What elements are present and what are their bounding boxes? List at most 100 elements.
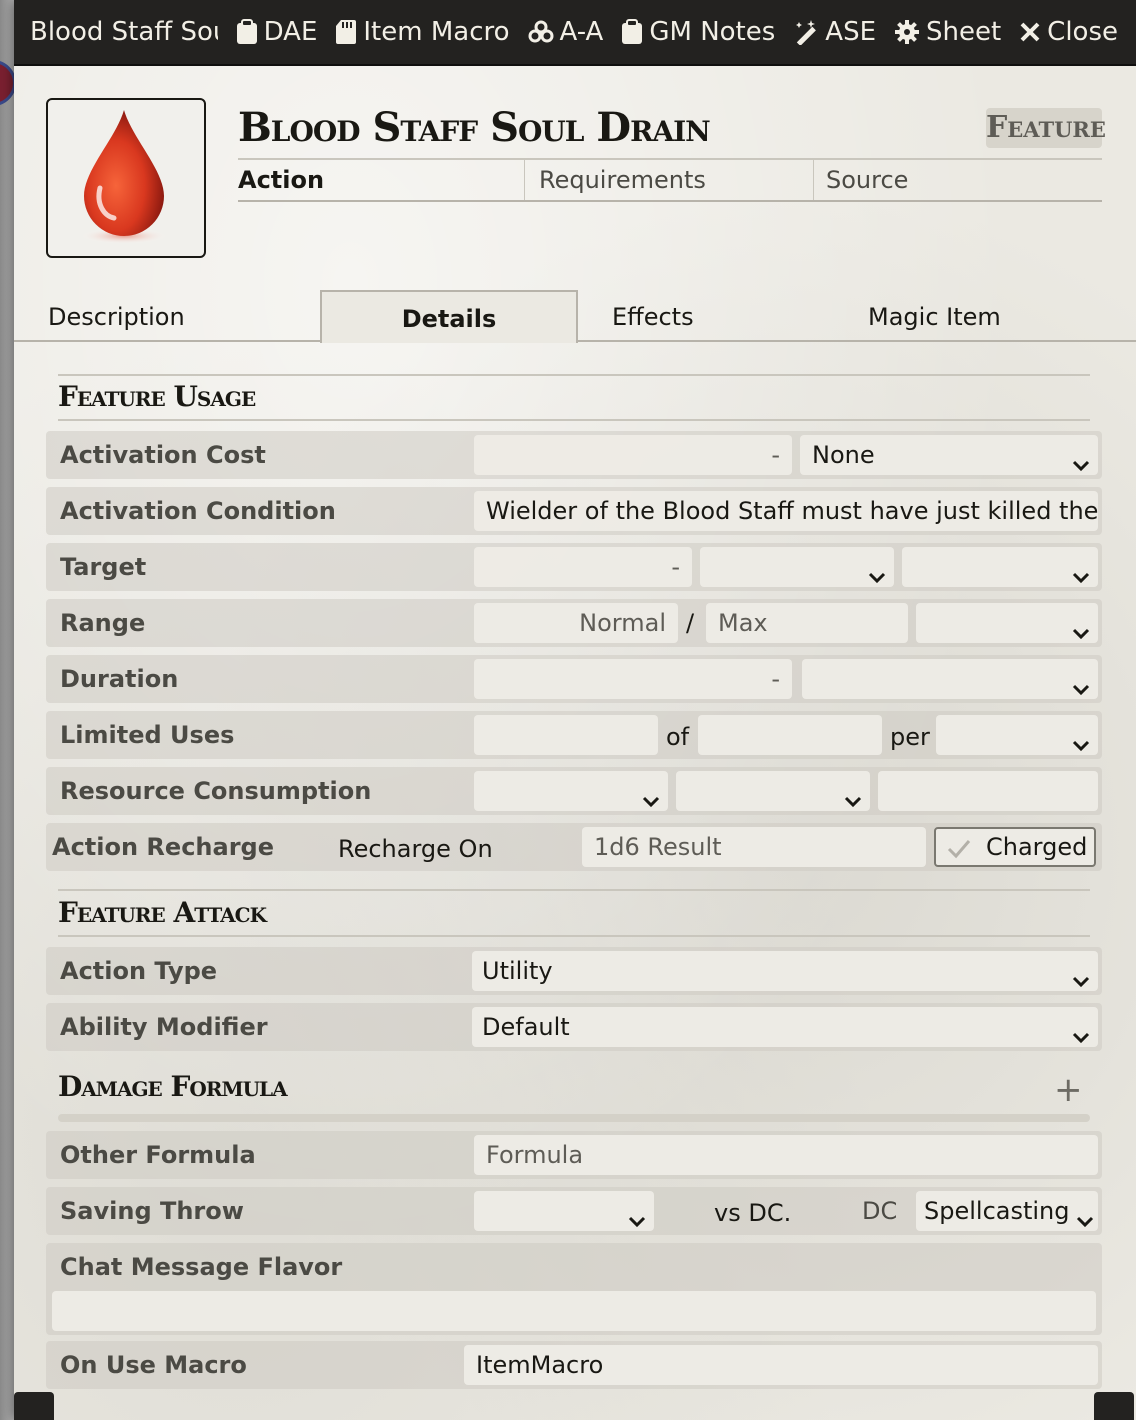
- duration-value-input[interactable]: -: [474, 659, 792, 699]
- consume-type-select[interactable]: [474, 771, 668, 811]
- chevron-down-icon: [1072, 963, 1090, 988]
- ability-modifier-row: Ability Modifier Default: [46, 1003, 1102, 1051]
- activation-condition-row: Activation Condition Wielder of the Bloo…: [46, 487, 1102, 535]
- uses-max-input[interactable]: [698, 715, 882, 755]
- item-image[interactable]: [46, 98, 206, 258]
- uses-value-input[interactable]: [474, 715, 658, 755]
- section-divider: [58, 935, 1090, 937]
- sheet-tabs: Description Details Effects Magic Item: [14, 290, 1136, 343]
- item-macro-label: Item Macro: [363, 17, 510, 47]
- tab-effects[interactable]: Effects: [612, 290, 694, 342]
- requirements-input[interactable]: Requirements: [525, 160, 814, 200]
- activation-condition-label: Activation Condition: [60, 497, 336, 525]
- target-units-select[interactable]: [700, 547, 894, 587]
- source-input[interactable]: Source: [814, 160, 1102, 200]
- ability-modifier-select[interactable]: Default: [472, 1007, 1098, 1047]
- tab-magic-item[interactable]: Magic Item: [868, 290, 1001, 342]
- vs-dc-label: vs DC.: [714, 1199, 792, 1227]
- sheet-button[interactable]: Sheet: [894, 17, 1001, 47]
- saving-throw-row: Saving Throw vs DC. DC Spellcasting: [46, 1187, 1102, 1235]
- hand-tool-icon[interactable]: [14, 1392, 54, 1420]
- activation-type-value: None: [812, 441, 875, 469]
- limited-uses-label: Limited Uses: [60, 721, 235, 749]
- on-use-macro-input[interactable]: ItemMacro: [464, 1345, 1098, 1385]
- dae-button[interactable]: DAE: [236, 17, 317, 47]
- consume-target-select[interactable]: [676, 771, 870, 811]
- range-max-input[interactable]: Max: [706, 603, 908, 643]
- duration-label: Duration: [60, 665, 179, 693]
- action-type-select[interactable]: Utility: [472, 951, 1098, 991]
- uses-period-select[interactable]: [936, 715, 1098, 755]
- activation-condition-input[interactable]: Wielder of the Blood Staff must have jus…: [474, 491, 1098, 531]
- activation-cost-input[interactable]: -: [474, 435, 792, 475]
- gm-notes-label: GM Notes: [649, 17, 776, 47]
- uses-per-label: per: [890, 723, 930, 751]
- sheet-label: Sheet: [926, 17, 1002, 47]
- chevron-down-icon: [844, 783, 862, 808]
- gm-notes-button[interactable]: GM Notes: [621, 17, 775, 47]
- duration-units-select[interactable]: [802, 659, 1098, 699]
- chevron-down-icon: [1072, 1019, 1090, 1044]
- chevron-down-icon: [1072, 727, 1090, 752]
- tab-description[interactable]: Description: [48, 290, 185, 342]
- range-label: Range: [60, 609, 146, 637]
- item-sheet-window: Blood Staff Soul Dr DAE Item Macro A-A G…: [14, 0, 1136, 1420]
- consume-amount-input[interactable]: [878, 771, 1098, 811]
- item-macro-button[interactable]: Item Macro: [335, 17, 510, 47]
- a-a-label: A-A: [559, 17, 604, 47]
- chevron-down-icon: [1072, 671, 1090, 696]
- other-formula-input[interactable]: Formula: [474, 1135, 1098, 1175]
- target-label: Target: [60, 553, 147, 581]
- charged-label: Charged: [986, 833, 1088, 861]
- add-damage-button[interactable]: +: [1054, 1070, 1083, 1110]
- target-row: Target -: [46, 543, 1102, 591]
- ase-button[interactable]: ASE: [793, 17, 876, 47]
- clipboard-icon: [236, 19, 257, 44]
- dc-label: DC: [862, 1197, 898, 1225]
- tab-details[interactable]: Details: [320, 290, 578, 343]
- resize-handle-icon[interactable]: [1094, 1392, 1134, 1420]
- activation-summary: Action: [238, 160, 525, 200]
- ability-modifier-label: Ability Modifier: [60, 1013, 268, 1041]
- charged-checkbox[interactable]: Charged: [934, 827, 1096, 867]
- window-header[interactable]: Blood Staff Soul Dr DAE Item Macro A-A G…: [14, 0, 1136, 66]
- damage-formula-heading: Damage Formula: [58, 1070, 288, 1103]
- chevron-down-icon: [628, 1203, 646, 1228]
- action-type-value: Utility: [482, 957, 553, 985]
- feature-usage-heading: Feature Usage: [58, 380, 256, 413]
- target-value-input[interactable]: -: [474, 547, 692, 587]
- range-normal-input[interactable]: Normal: [474, 603, 678, 643]
- chat-flavor-row: Chat Message Flavor: [46, 1243, 1102, 1335]
- save-scaling-value: Spellcasting: [924, 1197, 1070, 1225]
- item-summary: Action Requirements Source: [238, 158, 1102, 202]
- recharge-value-input[interactable]: 1d6 Result: [582, 827, 926, 867]
- close-button[interactable]: Close: [1019, 17, 1118, 47]
- activation-type-select[interactable]: None: [800, 435, 1098, 475]
- saving-throw-label: Saving Throw: [60, 1197, 244, 1225]
- other-formula-label: Other Formula: [60, 1141, 256, 1169]
- range-units-select[interactable]: [916, 603, 1098, 643]
- save-ability-select[interactable]: [474, 1191, 654, 1231]
- on-use-macro-row: On Use Macro ItemMacro: [46, 1341, 1102, 1389]
- limited-uses-row: Limited Uses of per: [46, 711, 1102, 759]
- uses-of-label: of: [666, 723, 690, 751]
- action-type-label: Action Type: [60, 957, 218, 985]
- target-type-select[interactable]: [902, 547, 1098, 587]
- biohazard-icon: [528, 20, 554, 43]
- a-a-button[interactable]: A-A: [528, 17, 604, 47]
- item-name[interactable]: Blood Staff Soul Drain: [238, 104, 711, 151]
- range-separator: /: [686, 609, 695, 637]
- save-scaling-select[interactable]: Spellcasting: [916, 1191, 1098, 1231]
- chat-flavor-input[interactable]: [52, 1291, 1096, 1331]
- action-recharge-label: Action Recharge: [52, 833, 274, 861]
- action-type-row: Action Type Utility: [46, 947, 1102, 995]
- resource-consumption-label: Resource Consumption: [60, 777, 372, 805]
- ability-modifier-value: Default: [482, 1013, 570, 1041]
- checkmark-icon: [946, 835, 972, 871]
- section-divider: [58, 889, 1090, 891]
- ase-label: ASE: [825, 17, 876, 47]
- on-use-macro-label: On Use Macro: [60, 1351, 247, 1379]
- blood-drop-icon: [80, 110, 168, 244]
- close-icon: [1020, 22, 1040, 42]
- section-divider: [58, 419, 1090, 421]
